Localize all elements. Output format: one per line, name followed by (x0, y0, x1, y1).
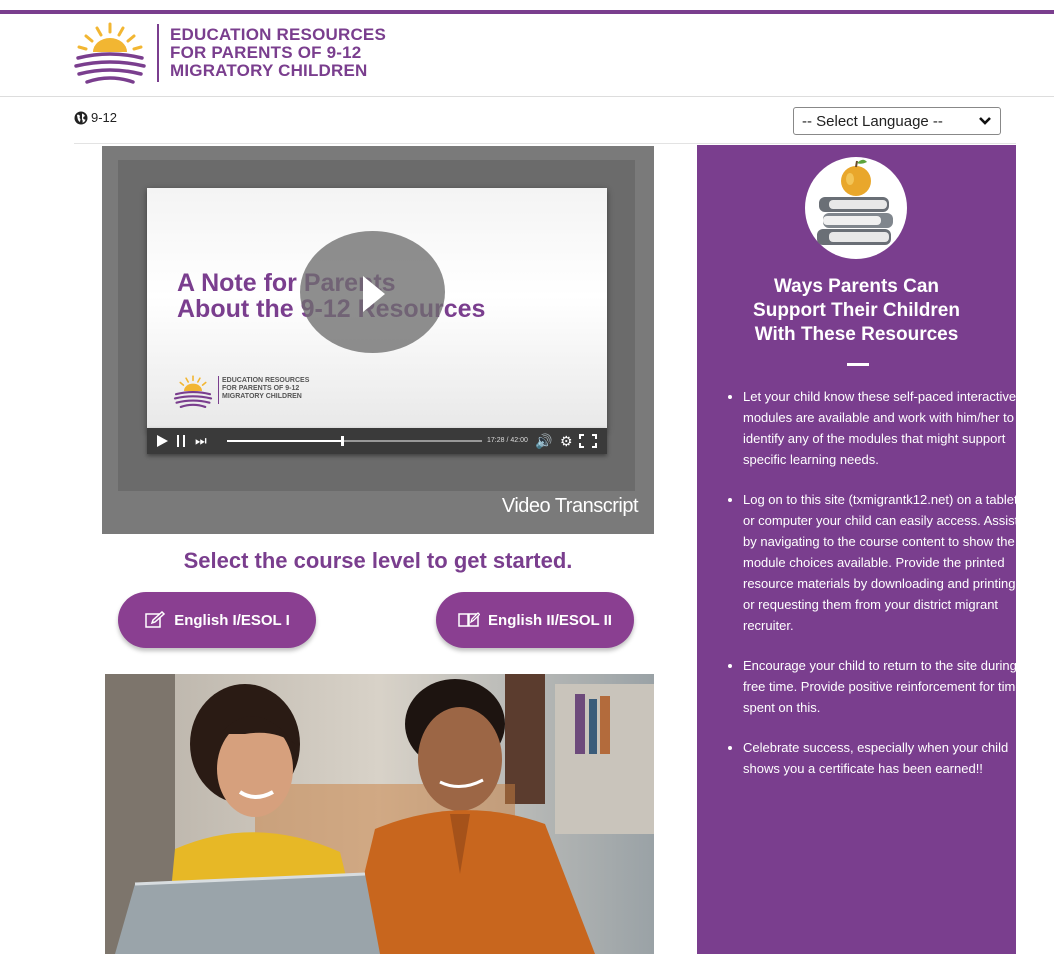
panel-title: Ways Parents Can Support Their Children Wi… (753, 276, 960, 345)
logo-divider (157, 24, 159, 82)
nav-divider (74, 143, 1016, 144)
parents-photo (105, 674, 654, 954)
language-select[interactable]: -- Select Language -- (793, 107, 1001, 135)
sun-fields-logo-icon[interactable] (73, 20, 147, 84)
edit-icon (145, 611, 166, 628)
books-apple-icon (805, 157, 907, 259)
list-item: Celebrate success, especially when your … (743, 737, 1028, 779)
course-level-heading: Select the course level to get started. (183, 548, 573, 573)
english-1-label: English I/ESOL I (174, 611, 290, 629)
english-1-button[interactable]: English I/ESOL I (118, 592, 316, 648)
list-item: Log on to this site (txmigrantk12.net) o… (743, 489, 1028, 636)
site-header: EDUCATION RESOURCES FOR PARENTS OF 9-12 … (0, 14, 1054, 97)
chevron-down-icon (979, 117, 991, 125)
site-title-line: FOR PARENTS OF 9-12 (170, 43, 362, 62)
language-select-value: -- Select Language -- (802, 112, 943, 130)
tips-list: Let your child know these self-paced int… (725, 386, 1028, 798)
list-item: Let your child know these self-paced int… (743, 386, 1028, 470)
site-title-line: EDUCATION RESOURCES (170, 25, 387, 44)
globe-icon (74, 111, 88, 124)
english-2-label: English II/ESOL II (488, 611, 612, 629)
english-2-button[interactable]: English II/ESOL II (436, 592, 634, 648)
breadcrumb[interactable]: 9-12 (74, 110, 117, 125)
breadcrumb-bar: 9-12 -- Select Language -- (0, 100, 1054, 140)
panel-title-divider (847, 363, 869, 366)
video-transcript-link[interactable]: Video Transcript (502, 495, 639, 518)
parent-tips-panel: Ways Parents Can Support Their Children Wi… (697, 145, 1023, 954)
site-title-line: MIGRATORY CHILDREN (170, 61, 368, 80)
book-icon (458, 612, 481, 627)
breadcrumb-label: 9-12 (91, 110, 118, 125)
video-overlay: Video Transcript (102, 146, 654, 534)
site-title[interactable]: EDUCATION RESOURCES FOR PARENTS OF 9-12 … (170, 26, 430, 80)
list-item: Encourage your child to return to the si… (743, 655, 1028, 718)
books-apple-icon-graphic (817, 159, 893, 245)
